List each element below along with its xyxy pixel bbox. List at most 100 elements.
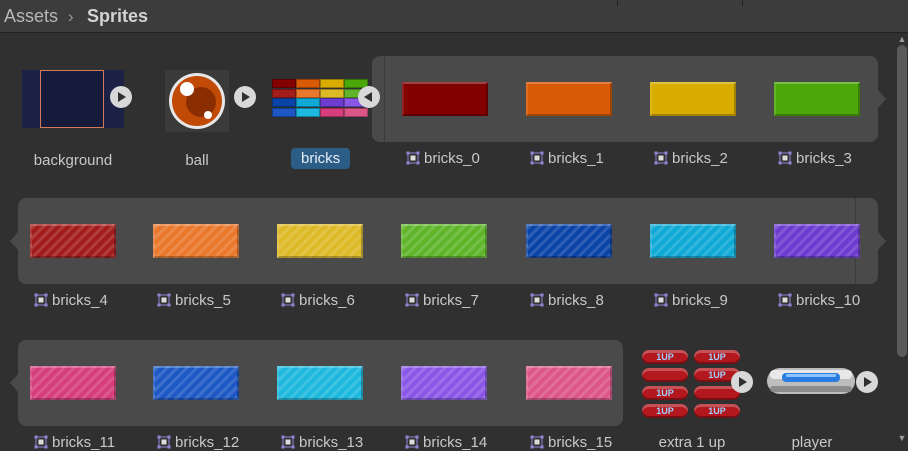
sprite-icon [405,435,419,449]
scroll-up-icon[interactable]: ▲ [897,34,907,44]
sprite-icon [405,293,419,307]
sprite-label-bricks-2: bricks_2 [654,150,728,167]
expand-background-button[interactable] [110,86,132,108]
collapse-bricks-button[interactable] [358,86,380,108]
sprite-thumbnail-bricks-8[interactable] [526,224,612,258]
sprite-thumbnail-bricks-9[interactable] [650,224,736,258]
asset-thumbnail-extra-1-up[interactable]: 1UP 1UP 1UP 1UP 1UP 1UP [640,348,744,420]
sprite-label-text: bricks_15 [548,434,613,451]
sprite-label-bricks-14: bricks_14 [405,434,487,451]
sprite-label-bricks-15: bricks_15 [530,434,612,451]
panel-continue-icon [878,90,886,108]
asset-thumbnail-player[interactable] [766,364,858,398]
sprite-label-bricks-9: bricks_9 [654,292,728,309]
sprite-thumbnail-bricks-14[interactable] [401,366,487,400]
asset-thumbnail-ball[interactable] [165,70,229,132]
asset-label-background: background [33,152,113,169]
sprite-thumbnail-bricks-3[interactable] [774,82,860,116]
sprite-label-bricks-10: bricks_10 [778,292,860,309]
one-up-token-icon: 1UP [694,350,740,364]
sprite-icon [281,435,295,449]
sprite-icon [778,293,792,307]
sprite-label-text: bricks_14 [423,434,488,451]
sheet-cell [320,107,344,117]
sprite-icon [34,293,48,307]
sprite-thumbnail-bricks-13[interactable] [277,366,363,400]
asset-label-ball: ball [185,152,209,169]
sprite-thumbnail-bricks-2[interactable] [650,82,736,116]
sheet-cell [272,79,296,88]
sprite-label-bricks-8: bricks_8 [530,292,604,309]
sprite-thumbnail-bricks-0[interactable] [402,82,488,116]
asset-label-bricks: bricks [291,148,351,169]
sprite-label-bricks-13: bricks_13 [281,434,363,451]
sprite-label-text: bricks_6 [299,292,355,309]
sprite-label-text: bricks_2 [672,150,728,167]
sprite-icon [281,293,295,307]
paddle-icon [767,368,855,394]
sprite-label-bricks-11: bricks_11 [34,434,115,451]
sheet-cell [296,79,320,88]
sprite-label-bricks-3: bricks_3 [778,150,852,167]
panel-continue-icon [878,232,886,250]
sprite-icon [406,151,420,165]
sprite-frame [40,70,104,128]
breadcrumb-assets[interactable]: Assets [4,6,58,27]
sprite-label-text: bricks_3 [796,150,852,167]
sprite-label-bricks-1: bricks_1 [530,150,604,167]
pane-divider [742,0,743,6]
sheet-cell [272,107,296,117]
sheet-cell [296,107,320,117]
expand-player-button[interactable] [856,371,878,393]
sprite-icon [654,293,668,307]
sprite-thumbnail-bricks-12[interactable] [153,366,239,400]
scrollbar-thumb[interactable] [897,45,907,357]
panel-continue-icon [10,232,18,250]
sheet-cell [320,88,344,98]
sheet-cell [272,98,296,107]
sprite-icon [654,151,668,165]
sprite-label-text: bricks_1 [548,150,604,167]
sprite-thumbnail-bricks-11[interactable] [30,366,116,400]
asset-label-player: player [791,434,833,451]
expand-ball-button[interactable] [234,86,256,108]
expand-extra-1-up-button[interactable] [731,371,753,393]
sheet-cell [296,98,320,107]
sprite-label-text: bricks_13 [299,434,364,451]
sprite-thumbnail-bricks-15[interactable] [526,366,612,400]
breadcrumb-chevron-icon: › [68,7,74,26]
sprite-icon [530,151,544,165]
sprite-icon [34,435,48,449]
sprite-label-text: bricks_7 [423,292,479,309]
one-up-token-icon: 1UP [694,404,740,418]
sprite-label-text: bricks_10 [796,292,861,309]
scroll-down-icon[interactable]: ▼ [897,433,907,443]
sprite-label-text: bricks_9 [672,292,728,309]
one-up-token-icon [642,368,688,382]
sprite-icon [157,435,171,449]
sprite-thumbnail-bricks-4[interactable] [30,224,116,258]
sprite-label-text: bricks_8 [548,292,604,309]
breadcrumb-sprites[interactable]: Sprites [87,6,148,27]
sprite-label-bricks-5: bricks_5 [157,292,231,309]
selected-asset-label: bricks [291,148,351,169]
sprite-label-text: bricks_11 [52,434,116,451]
asset-thumbnail-bricks[interactable] [272,79,372,117]
sprite-thumbnail-bricks-7[interactable] [401,224,487,258]
sprite-thumbnail-bricks-10[interactable] [774,224,860,258]
sprite-thumbnail-bricks-1[interactable] [526,82,612,116]
sheet-cell [344,107,368,117]
sprite-label-text: bricks_0 [424,150,480,167]
pane-divider [617,0,618,6]
sprite-thumbnail-bricks-6[interactable] [277,224,363,258]
asset-thumbnail-background[interactable] [22,70,124,128]
sheet-cell [320,79,344,88]
sprite-label-text: bricks_12 [175,434,240,451]
sprite-label-bricks-4: bricks_4 [34,292,108,309]
sprite-thumbnail-bricks-5[interactable] [153,224,239,258]
sprite-label-bricks-12: bricks_12 [157,434,239,451]
asset-label-extra-1-up: extra 1 up [658,434,726,451]
vertical-scrollbar[interactable]: ▲ ▼ [896,33,908,450]
sheet-cell [272,88,296,98]
one-up-token-icon: 1UP [642,386,688,400]
